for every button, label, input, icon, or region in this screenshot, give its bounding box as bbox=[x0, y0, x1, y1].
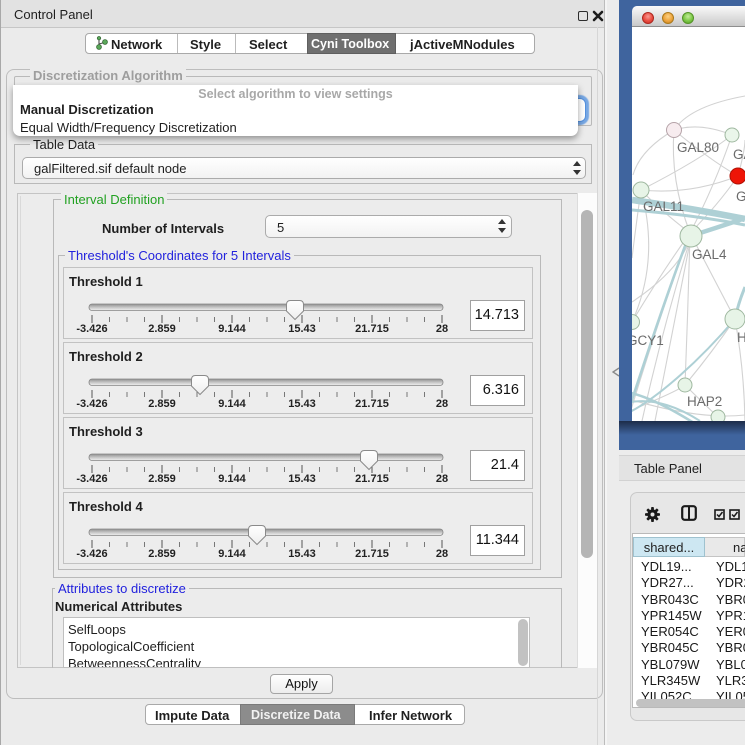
svg-text:GCY1: GCY1 bbox=[632, 333, 664, 348]
svg-text:9.144: 9.144 bbox=[218, 398, 246, 410]
svg-text:-3.426: -3.426 bbox=[76, 398, 107, 410]
svg-text:-3.426: -3.426 bbox=[76, 548, 107, 560]
svg-text:9.144: 9.144 bbox=[218, 323, 246, 335]
svg-text:2.859: 2.859 bbox=[148, 473, 176, 485]
svg-text:21.715: 21.715 bbox=[355, 323, 389, 335]
svg-text:28: 28 bbox=[436, 323, 448, 335]
svg-text:2.859: 2.859 bbox=[148, 548, 176, 560]
svg-text:28: 28 bbox=[436, 473, 448, 485]
svg-text:15.43: 15.43 bbox=[288, 473, 316, 485]
svg-text:15.43: 15.43 bbox=[288, 323, 316, 335]
svg-text:15.43: 15.43 bbox=[288, 548, 316, 560]
svg-text:GA: GA bbox=[736, 189, 745, 204]
svg-text:15.43: 15.43 bbox=[288, 398, 316, 410]
svg-text:28: 28 bbox=[436, 548, 448, 560]
svg-text:HI: HI bbox=[737, 330, 745, 345]
svg-text:28: 28 bbox=[436, 398, 448, 410]
svg-text:GA: GA bbox=[733, 147, 745, 162]
svg-text:GAL11: GAL11 bbox=[643, 199, 684, 214]
svg-text:21.715: 21.715 bbox=[355, 398, 389, 410]
svg-text:2.859: 2.859 bbox=[148, 398, 176, 410]
svg-text:9.144: 9.144 bbox=[218, 548, 246, 560]
svg-text:GAL80: GAL80 bbox=[677, 140, 719, 155]
svg-text:9.144: 9.144 bbox=[218, 473, 246, 485]
svg-text:21.715: 21.715 bbox=[355, 548, 389, 560]
svg-text:HAP2: HAP2 bbox=[687, 394, 722, 409]
svg-text:-3.426: -3.426 bbox=[76, 473, 107, 485]
svg-text:21.715: 21.715 bbox=[355, 473, 389, 485]
svg-text:GAL4: GAL4 bbox=[692, 247, 727, 262]
svg-text:-3.426: -3.426 bbox=[76, 323, 107, 335]
svg-text:2.859: 2.859 bbox=[148, 323, 176, 335]
